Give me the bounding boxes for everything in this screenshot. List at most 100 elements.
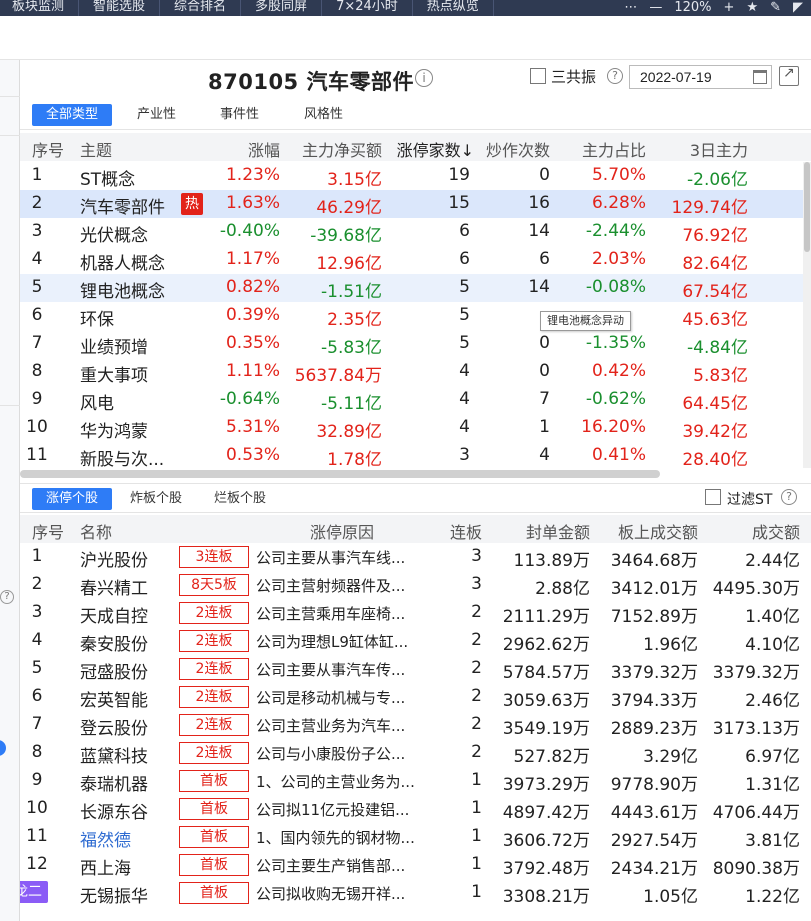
- tab-bad-board[interactable]: 烂板个股: [200, 488, 280, 510]
- theme-name[interactable]: 华为鸿蒙: [80, 417, 148, 442]
- limit-reason[interactable]: 公司主要从事汽车线...: [256, 547, 405, 568]
- theme-name[interactable]: 重大事项: [80, 361, 148, 386]
- col-no[interactable]: 序号: [32, 519, 64, 543]
- pen-icon[interactable]: ✎: [770, 1, 781, 15]
- theme-row[interactable]: 6 环保 0.39% 2.35亿 5 45.63亿: [20, 302, 803, 330]
- nav-item-smart-select[interactable]: 智能选股: [79, 0, 161, 16]
- stock-name[interactable]: 沪光股份: [80, 546, 148, 571]
- stock-row[interactable]: 10 长源东谷 首板 公司拟11亿元投建铝... 1 4897.42万 4443.61万 47…: [20, 795, 811, 823]
- col-name[interactable]: 名称: [80, 519, 112, 543]
- limit-reason[interactable]: 1、国内领先的钢材物...: [256, 827, 415, 848]
- zoom-out-icon[interactable]: —: [649, 1, 662, 15]
- stock-name[interactable]: 登云股份: [80, 714, 148, 739]
- tab-broken-board[interactable]: 炸板个股: [116, 488, 196, 510]
- theme-row[interactable]: 5 锂电池概念 0.82% -1.51亿 5 14 -0.08% 67.54亿: [20, 274, 803, 302]
- theme-name[interactable]: 风电: [80, 389, 114, 414]
- theme-row[interactable]: 2 汽车零部件热 1.63% 46.29亿 15 16 6.28% 129.74亿: [20, 190, 803, 218]
- stock-row[interactable]: 8 蓝黛科技 2连板 公司与小康股份子公... 2 527.82万 3.29亿 6.97亿: [20, 739, 811, 767]
- help-icon[interactable]: ?: [0, 590, 14, 604]
- tab-limit-up[interactable]: 涨停个股: [32, 488, 113, 510]
- filter-st-checkbox[interactable]: [705, 489, 721, 505]
- tab-style[interactable]: 风格性: [290, 104, 357, 126]
- nav-item-hotspot[interactable]: 热点纵览: [413, 0, 494, 16]
- theme-name[interactable]: 环保: [80, 305, 114, 330]
- theme-name[interactable]: 业绩预增: [80, 333, 148, 358]
- stock-row[interactable]: 龙二 无锡振华 首板 公司拟收购无锡开祥... 1 3308.21万 1.05亿 1.22亿: [20, 879, 811, 907]
- tab-industry[interactable]: 产业性: [123, 104, 190, 126]
- stock-row[interactable]: 5 冠盛股份 2连板 公司主要从事汽车传... 2 5784.57万 3379.32万 337…: [20, 655, 811, 683]
- theme-row[interactable]: 9 风电 -0.64% -5.11亿 4 7 -0.62% 64.45亿: [20, 386, 803, 414]
- col-no[interactable]: 序号: [32, 137, 64, 161]
- theme-name[interactable]: 汽车零部件: [80, 193, 165, 218]
- stock-name[interactable]: 秦安股份: [80, 630, 148, 655]
- theme-name[interactable]: ST概念: [80, 165, 135, 190]
- stock-name[interactable]: 天成自控: [80, 602, 148, 627]
- col-consecutive[interactable]: 连板: [440, 519, 482, 543]
- col-reason[interactable]: 涨停原因: [310, 519, 374, 543]
- col-hype-times[interactable]: 炒作次数: [476, 137, 550, 161]
- zoom-in-icon[interactable]: +: [724, 1, 735, 15]
- theme-name[interactable]: 锂电池概念: [80, 277, 165, 302]
- limit-reason[interactable]: 公司为理想L9缸体缸...: [256, 631, 408, 652]
- col-change[interactable]: 涨幅: [220, 137, 280, 161]
- limit-reason[interactable]: 公司与小康股份子公...: [256, 743, 405, 764]
- stock-name[interactable]: 宏英智能: [80, 686, 148, 711]
- col-turnover[interactable]: 成交额: [710, 519, 800, 543]
- vertical-scrollbar[interactable]: [803, 162, 811, 468]
- stock-name[interactable]: 福然德: [80, 826, 131, 851]
- info-icon[interactable]: i: [415, 69, 433, 87]
- theme-row[interactable]: 1 ST概念 1.23% 3.15亿 19 0 5.70% -2.06亿: [20, 162, 803, 190]
- stock-row[interactable]: 12 西上海 首板 公司主要生产销售部... 1 3792.48万 2434.21万 8090…: [20, 851, 811, 879]
- stock-row[interactable]: 7 登云股份 2连板 公司主营业务为汽车... 2 3549.19万 2889.23万 317…: [20, 711, 811, 739]
- theme-row[interactable]: 4 机器人概念 1.17% 12.96亿 6 6 2.03% 82.64亿: [20, 246, 803, 274]
- export-icon[interactable]: [779, 65, 799, 86]
- nav-item-multi-screen[interactable]: 多股同屏: [241, 0, 323, 16]
- stock-name[interactable]: 长源东谷: [80, 798, 148, 823]
- nav-item-24h[interactable]: 7×24小时: [322, 0, 413, 16]
- limit-reason[interactable]: 公司主营业务为汽车...: [256, 715, 405, 736]
- limit-reason[interactable]: 公司拟收购无锡开祥...: [256, 883, 405, 904]
- date-picker[interactable]: 2022-07-19: [629, 65, 772, 89]
- stock-name[interactable]: 冠盛股份: [80, 658, 148, 683]
- col-board-turnover[interactable]: 板上成交额: [600, 519, 698, 543]
- limit-reason[interactable]: 公司拟11亿元投建铝...: [256, 799, 409, 820]
- stock-row[interactable]: 4 秦安股份 2连板 公司为理想L9缸体缸... 2 2962.62万 1.96亿 4.10亿: [20, 627, 811, 655]
- stock-row[interactable]: 11 福然德 首板 1、国内领先的钢材物... 1 3606.72万 2927.54万 3.8…: [20, 823, 811, 851]
- stock-row[interactable]: 1 沪光股份 3连板 公司主要从事汽车线... 3 113.89万 3464.68万 2.44…: [20, 543, 811, 571]
- stock-row[interactable]: 2 春兴精工 8天5板 公司主营射频器件及... 3 2.88亿 3412.01万 4495.…: [20, 571, 811, 599]
- theme-row[interactable]: 10 华为鸿蒙 5.31% 32.89亿 4 1 16.20% 39.42亿: [20, 414, 803, 442]
- limit-reason[interactable]: 公司是移动机械与专...: [256, 687, 405, 708]
- theme-row[interactable]: 7 业绩预增 0.35% -5.83亿 5 0 -1.35% -4.84亿: [20, 330, 803, 358]
- col-ratio[interactable]: 主力占比: [560, 137, 646, 161]
- help-icon[interactable]: ?: [781, 489, 797, 505]
- tab-all-types[interactable]: 全部类型: [32, 104, 113, 126]
- expand-icon[interactable]: ◤: [793, 1, 803, 15]
- col-net-buy[interactable]: 主力净买额: [282, 137, 382, 161]
- theme-row[interactable]: 3 光伏概念 -0.40% -39.68亿 6 14 -2.44% 76.92亿: [20, 218, 803, 246]
- calendar-icon[interactable]: [753, 70, 767, 84]
- col-3day[interactable]: 3日主力: [660, 137, 748, 161]
- stock-row[interactable]: 3 天成自控 2连板 公司主营乘用车座椅... 2 2111.29万 7152.89万 1.4…: [20, 599, 811, 627]
- horizontal-scrollbar[interactable]: [20, 470, 660, 478]
- col-limit-count[interactable]: 涨停家数↓: [390, 137, 474, 161]
- theme-name[interactable]: 机器人概念: [80, 249, 165, 274]
- stock-row[interactable]: 9 泰瑞机器 首板 1、公司的主营业务为... 1 3973.29万 9778.90万 1.3…: [20, 767, 811, 795]
- col-seal-amount[interactable]: 封单金额: [500, 519, 590, 543]
- stock-name[interactable]: 西上海: [80, 854, 131, 879]
- stock-name[interactable]: 春兴精工: [80, 574, 148, 599]
- stock-name[interactable]: 蓝黛科技: [80, 742, 148, 767]
- collapse-handle[interactable]: [0, 740, 6, 756]
- theme-row[interactable]: 11 新股与次... 0.53% 1.78亿 3 4 0.41% 28.40亿: [20, 442, 803, 468]
- col-theme[interactable]: 主题: [80, 137, 112, 161]
- limit-reason[interactable]: 公司主要生产销售部...: [256, 855, 405, 876]
- star-icon[interactable]: ★: [746, 1, 758, 15]
- stock-name[interactable]: 泰瑞机器: [80, 770, 148, 795]
- stock-row[interactable]: 6 宏英智能 2连板 公司是移动机械与专... 2 3059.63万 3794.33万 2.4…: [20, 683, 811, 711]
- scrollbar-thumb[interactable]: [804, 162, 810, 252]
- limit-reason[interactable]: 公司主营乘用车座椅...: [256, 603, 405, 624]
- limit-reason[interactable]: 公司主要从事汽车传...: [256, 659, 405, 680]
- nav-item-ranking[interactable]: 综合排名: [160, 0, 242, 16]
- stock-name[interactable]: 无锡振华: [80, 882, 148, 907]
- limit-reason[interactable]: 公司主营射频器件及...: [256, 575, 405, 596]
- help-icon[interactable]: ?: [607, 68, 623, 84]
